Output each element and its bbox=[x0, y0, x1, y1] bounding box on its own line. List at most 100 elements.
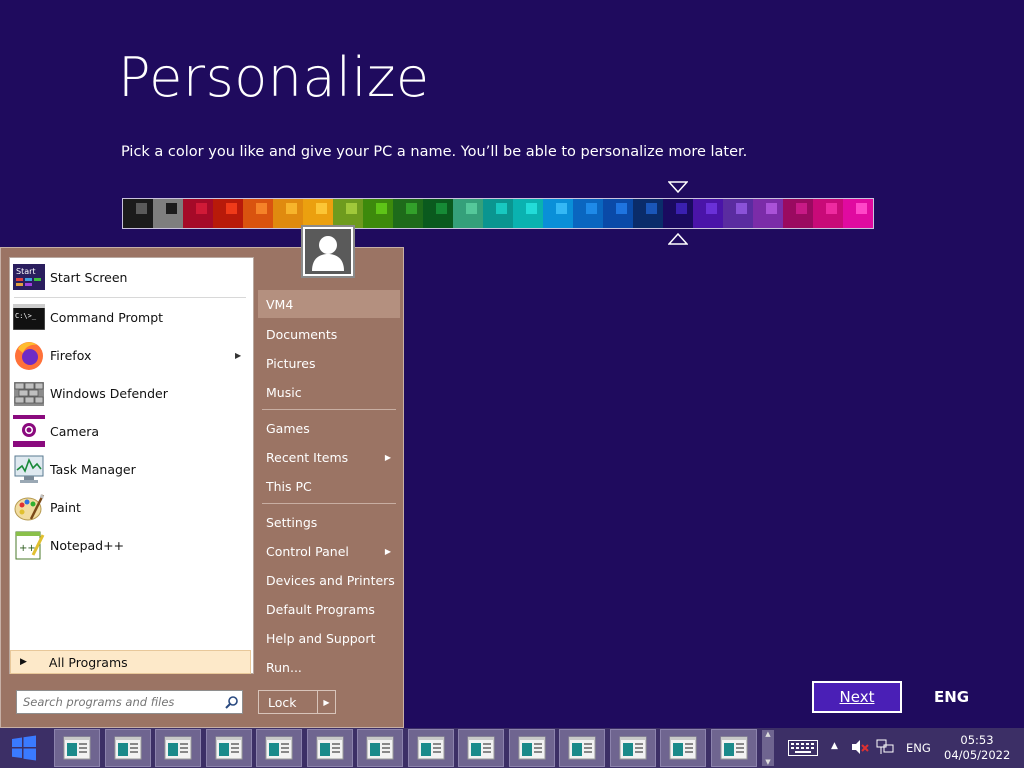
color-swatch[interactable] bbox=[213, 199, 243, 228]
right-item-label: Documents bbox=[266, 326, 338, 342]
color-swatch[interactable] bbox=[303, 199, 333, 228]
right-item-music[interactable]: Music bbox=[258, 378, 400, 406]
program-item-camera[interactable]: Camera bbox=[13, 413, 99, 449]
color-swatch[interactable] bbox=[243, 199, 273, 228]
lock-button[interactable]: Lock ▶ bbox=[258, 690, 336, 714]
camera-icon bbox=[13, 415, 45, 447]
taskbar-window-button[interactable] bbox=[256, 729, 302, 767]
program-item-firefox[interactable]: Firefox ▶ bbox=[13, 337, 241, 373]
color-swatch[interactable] bbox=[153, 199, 183, 228]
right-item-control-panel[interactable]: Control Panel ▶ bbox=[258, 537, 400, 565]
taskbar-window-button[interactable] bbox=[407, 729, 454, 767]
taskbar-window-button[interactable] bbox=[660, 729, 706, 767]
taskbar-window-button[interactable] bbox=[54, 729, 100, 767]
right-item-help-and-support[interactable]: Help and Support bbox=[258, 624, 400, 652]
taskbar-window-button[interactable] bbox=[710, 729, 757, 767]
program-label: Paint bbox=[50, 499, 81, 515]
right-item-settings[interactable]: Settings bbox=[258, 508, 400, 536]
right-item-documents[interactable]: Documents bbox=[258, 320, 400, 348]
setup-window-icon bbox=[316, 736, 343, 760]
taskbar-window-button[interactable] bbox=[205, 729, 252, 767]
program-item-notepad-plus-plus[interactable]: ++ Notepad++ bbox=[13, 527, 124, 563]
program-item-command-prompt[interactable]: C:\>_ Command Prompt bbox=[13, 299, 163, 335]
program-item-paint[interactable]: Paint bbox=[13, 489, 81, 525]
setup-window-icon bbox=[568, 736, 596, 760]
color-swatch[interactable] bbox=[453, 199, 483, 228]
color-swatch[interactable] bbox=[633, 199, 663, 228]
taskbar-window-button[interactable] bbox=[306, 729, 353, 767]
windows-defender-icon bbox=[13, 377, 45, 409]
right-item-user-folder[interactable]: VM4 bbox=[258, 290, 400, 318]
network-icon[interactable] bbox=[876, 739, 894, 755]
color-swatch[interactable] bbox=[513, 199, 543, 228]
right-item-run[interactable]: Run... bbox=[258, 653, 400, 681]
taskbar-window-button[interactable] bbox=[609, 729, 656, 767]
taskbar-window-button[interactable] bbox=[508, 729, 555, 767]
setup-window-icon bbox=[720, 736, 747, 760]
user-avatar[interactable] bbox=[301, 225, 355, 278]
lock-options-arrow-icon[interactable]: ▶ bbox=[317, 691, 335, 713]
clock[interactable]: 05:53 04/05/2022 bbox=[944, 733, 1010, 763]
taskbar-window-button[interactable] bbox=[357, 729, 403, 767]
right-item-default-programs[interactable]: Default Programs bbox=[258, 595, 400, 623]
color-swatch[interactable] bbox=[843, 199, 873, 228]
right-item-this-pc[interactable]: This PC bbox=[258, 472, 400, 500]
program-item-windows-defender[interactable]: Windows Defender bbox=[13, 375, 168, 411]
program-label: Task Manager bbox=[50, 461, 136, 477]
start-button[interactable] bbox=[0, 728, 48, 768]
color-swatch[interactable] bbox=[663, 199, 693, 228]
lock-label: Lock bbox=[268, 694, 297, 710]
program-item-start-screen[interactable]: Start Start Screen bbox=[13, 259, 127, 295]
expand-arrow-icon: ▶ bbox=[20, 657, 27, 667]
color-swatch[interactable] bbox=[783, 199, 813, 228]
color-swatch[interactable] bbox=[573, 199, 603, 228]
color-swatch[interactable] bbox=[183, 199, 213, 228]
taskbar-window-button[interactable] bbox=[559, 729, 605, 767]
color-swatch[interactable] bbox=[123, 199, 153, 228]
show-hidden-icons-icon[interactable]: ▲ bbox=[831, 741, 838, 751]
color-swatch[interactable] bbox=[363, 199, 393, 228]
setup-window-icon bbox=[265, 736, 293, 760]
color-swatch[interactable] bbox=[333, 199, 363, 228]
color-swatch[interactable] bbox=[723, 199, 753, 228]
swatch-accent bbox=[706, 203, 717, 214]
taskbar-window-button[interactable] bbox=[458, 729, 504, 767]
search-icon[interactable] bbox=[222, 695, 242, 709]
swatch-accent bbox=[316, 203, 327, 214]
color-swatch[interactable] bbox=[423, 199, 453, 228]
program-label: Notepad++ bbox=[50, 537, 125, 553]
swatch-accent bbox=[676, 203, 687, 214]
color-swatch[interactable] bbox=[603, 199, 633, 228]
volume-muted-icon[interactable] bbox=[851, 739, 869, 755]
color-swatch[interactable] bbox=[273, 199, 303, 228]
color-swatch[interactable] bbox=[483, 199, 513, 228]
right-item-pictures[interactable]: Pictures bbox=[258, 349, 400, 377]
program-label: Windows Defender bbox=[50, 385, 168, 401]
clock-date: 04/05/2022 bbox=[944, 748, 1011, 762]
color-swatch[interactable] bbox=[753, 199, 783, 228]
color-swatch[interactable] bbox=[393, 199, 423, 228]
scroll-up-icon[interactable]: ▲ bbox=[765, 730, 770, 738]
color-swatch[interactable] bbox=[543, 199, 573, 228]
program-item-task-manager[interactable]: Task Manager bbox=[13, 451, 136, 487]
language-indicator[interactable]: ENG bbox=[934, 688, 969, 706]
taskbar-window-button[interactable] bbox=[104, 729, 151, 767]
all-programs-label: All Programs bbox=[48, 654, 128, 670]
setup-window-icon bbox=[669, 736, 697, 760]
submenu-arrow-icon: ▶ bbox=[235, 350, 242, 360]
right-item-games[interactable]: Games bbox=[258, 414, 400, 442]
touch-keyboard-icon[interactable] bbox=[788, 740, 818, 756]
right-item-devices-and-printers[interactable]: Devices and Printers bbox=[258, 566, 400, 594]
color-swatch[interactable] bbox=[813, 199, 843, 228]
clock-time: 05:53 bbox=[960, 733, 994, 747]
next-button[interactable]: Next bbox=[812, 681, 902, 713]
search-input[interactable] bbox=[17, 695, 222, 709]
search-box[interactable] bbox=[16, 690, 243, 714]
right-item-recent-items[interactable]: Recent Items ▶ bbox=[258, 443, 400, 471]
tray-language[interactable]: ENG bbox=[906, 741, 931, 755]
taskbar-scroller[interactable]: ▲ ▼ bbox=[762, 730, 774, 766]
color-swatch[interactable] bbox=[693, 199, 723, 228]
scroll-down-icon[interactable]: ▼ bbox=[765, 758, 770, 766]
all-programs-button[interactable]: ▶ All Programs bbox=[10, 650, 251, 674]
taskbar-window-button[interactable] bbox=[155, 729, 201, 767]
